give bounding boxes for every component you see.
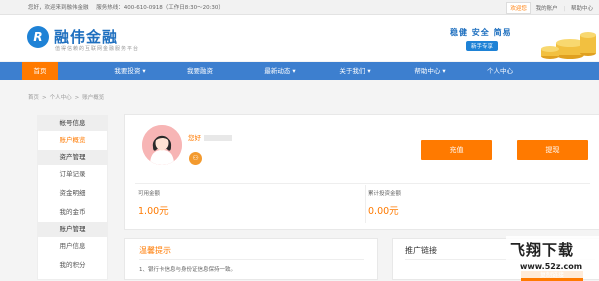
nav-help[interactable]: 帮助中心 ▾ xyxy=(400,62,460,80)
ad-text: 稳健 安全 简易 xyxy=(450,28,512,37)
avatar[interactable] xyxy=(142,125,182,165)
withdraw-button[interactable]: 提现 xyxy=(517,140,588,160)
recharge-button[interactable]: 充值 xyxy=(421,140,492,160)
available-amount-label: 可用金额 xyxy=(138,191,161,197)
watermark-title: 飞翔下载 xyxy=(510,241,575,259)
greeting-text: 您好 xyxy=(188,134,201,142)
nav-home[interactable]: 首页 xyxy=(22,62,58,80)
header-ad[interactable]: 稳健 安全 简易 新手专享 xyxy=(450,21,599,61)
nav-personal-center[interactable]: 个人中心 xyxy=(470,62,530,80)
help-center-link[interactable]: 帮助中心 xyxy=(571,6,593,12)
available-amount-value: 1.00元 xyxy=(138,206,169,217)
tips-title: 温馨提示 xyxy=(139,246,171,255)
member-badge-icon[interactable]: ⚇ xyxy=(189,152,202,165)
watermark: 飞翔下载 www.52z.com xyxy=(506,236,599,278)
sidebar-item-orders[interactable]: 订单记录 xyxy=(38,165,107,184)
ad-button[interactable]: 新手专享 xyxy=(466,41,499,51)
brand-slogan: 值得信赖的互联网金融服务平台 xyxy=(55,46,140,52)
sidebar-item-coins[interactable]: 我的金币 xyxy=(38,203,107,222)
sidebar-section-manage: 账户管理 xyxy=(38,222,107,237)
sidebar-section-account: 帐号信息 xyxy=(38,116,107,131)
main-nav: 首页 我要投资 ▾ 我要融资 最新动态 ▾ 关于我们 ▾ 帮助中心 ▾ 个人中心 xyxy=(0,62,599,80)
breadcrumb-personal[interactable]: 个人中心 xyxy=(50,95,72,101)
nav-about[interactable]: 关于我们 ▾ xyxy=(325,62,385,80)
nav-financing[interactable]: 我要融资 xyxy=(170,62,230,80)
sidebar-item-user-info[interactable]: 用户信息 xyxy=(38,237,107,256)
breadcrumb-home[interactable]: 首页 xyxy=(28,95,39,101)
logo-icon[interactable]: R xyxy=(27,26,49,48)
my-account-link[interactable]: 我的账户 xyxy=(536,6,558,12)
breadcrumb-separator: > xyxy=(42,95,47,101)
breadcrumb: 首页 > 个人中心 > 账户概览 xyxy=(28,93,104,101)
top-bar: 您好，欢迎来到融伟金融 服务热线：400-610-0918（工作日8:30～20… xyxy=(0,0,599,15)
tips-panel: 温馨提示 1、银行卡信息与身份证信息保持一致。 xyxy=(124,238,378,280)
promo-title: 推广链接 xyxy=(405,246,437,255)
sidebar: 帐号信息 账户概览 资产管理 订单记录 资金明细 我的金币 账户管理 用户信息 … xyxy=(37,115,108,280)
divider xyxy=(135,183,590,184)
tips-line: 1、银行卡信息与身份证信息保持一致。 xyxy=(139,267,237,273)
greeting: 您好 xyxy=(188,132,232,142)
sidebar-item-points[interactable]: 我的积分 xyxy=(38,256,107,275)
top-bar-left: 您好，欢迎来到融伟金融 服务热线：400-610-0918（工作日8:30～20… xyxy=(28,3,230,11)
breadcrumb-separator: > xyxy=(74,95,80,101)
gold-coins-icon xyxy=(541,32,596,59)
user-welcome[interactable]: 欢迎您 xyxy=(506,2,531,14)
nav-invest[interactable]: 我要投资 ▾ xyxy=(100,62,160,80)
breadcrumb-current: 账户概览 xyxy=(82,95,105,101)
nav-news[interactable]: 最新动态 ▾ xyxy=(250,62,310,80)
site-header: R 融伟金融 值得信赖的互联网金融服务平台 稳健 安全 简易 新手专享 xyxy=(0,15,599,61)
total-invest-value: 0.00元 xyxy=(368,206,399,217)
welcome-text: 您好，欢迎来到融伟金融 xyxy=(28,5,89,11)
account-overview-panel: 您好 ⚇ 充值 提现 可用金额 1.00元 累计投资金额 0.00元 xyxy=(124,114,599,230)
divider: | xyxy=(563,6,566,12)
user-avatar-icon xyxy=(142,125,182,165)
brand-name[interactable]: 融伟金融 xyxy=(54,26,118,47)
masked-username xyxy=(204,135,232,141)
divider xyxy=(365,185,366,223)
divider xyxy=(139,259,364,260)
sidebar-section-assets: 资产管理 xyxy=(38,150,107,165)
top-bar-right: 欢迎您 我的账户 | 帮助中心 xyxy=(506,2,593,14)
total-invest-label: 累计投资金额 xyxy=(368,191,402,197)
sidebar-item-overview[interactable]: 账户概览 xyxy=(38,131,107,150)
watermark-url: www.52z.com xyxy=(520,262,583,271)
service-hotline: 服务热线：400-610-0918（工作日8:30～20:30） xyxy=(96,5,224,11)
sidebar-item-funds[interactable]: 资金明细 xyxy=(38,184,107,203)
